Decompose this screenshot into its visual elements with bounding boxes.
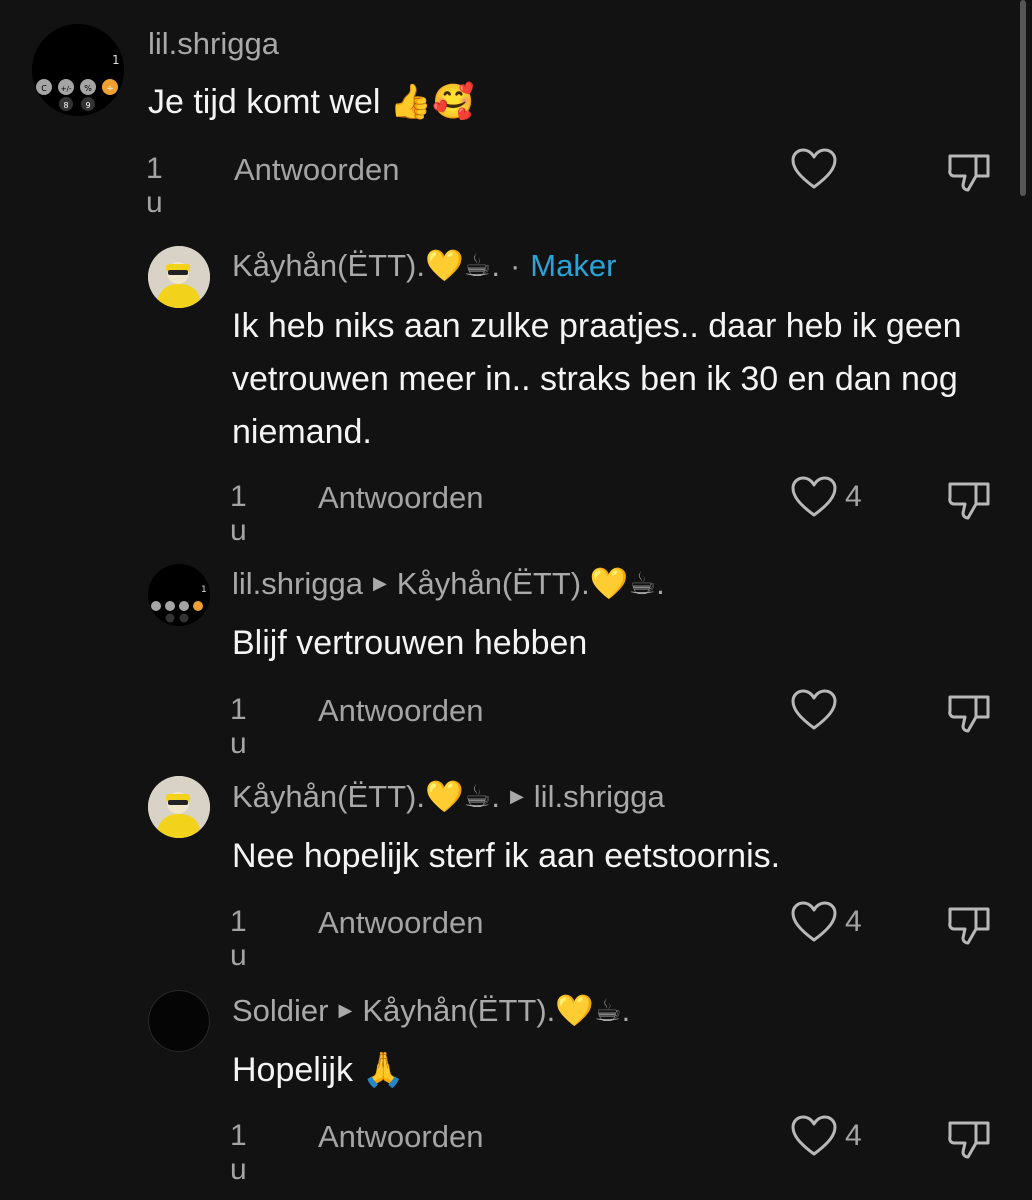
comment-author[interactable]: lil.shrigga ▶ Kåyhån(ËTT).💛☕.: [232, 565, 665, 602]
dislike-button[interactable]: [946, 148, 992, 194]
author-name[interactable]: Soldier: [232, 993, 329, 1029]
comment-text: Blijf vertrouwen hebben: [232, 624, 588, 662]
calculator-avatar-icon: 1: [148, 564, 210, 626]
comment-text: Je tijd komt wel 👍🥰: [148, 83, 475, 121]
person-yellow-hood-avatar-icon: [148, 246, 210, 308]
dislike-button[interactable]: [946, 476, 992, 522]
reply-button[interactable]: Antwoorden: [318, 1119, 483, 1155]
reply-to-name[interactable]: lil.shrigga: [534, 779, 665, 815]
comment-author[interactable]: Soldier ▶ Kåyhån(ËTT).💛☕.: [232, 992, 630, 1029]
heart-outline-icon: [791, 476, 837, 517]
heart-outline-icon: [791, 1115, 837, 1156]
heart-outline-icon: [791, 901, 837, 942]
comment-text: Ik heb niks aan zulke praatjes.. daar he…: [232, 307, 962, 451]
svg-text:+/-: +/-: [61, 85, 72, 93]
comment-time: 1 u: [230, 693, 247, 760]
avatar-badge: 1: [112, 53, 120, 67]
svg-text:C: C: [41, 84, 47, 93]
avatar-lil-shrigga[interactable]: 1 C +/- % ÷ 8 9: [32, 24, 124, 116]
svg-text:÷: ÷: [106, 84, 114, 94]
comment-time: 1 u: [230, 1119, 247, 1186]
comment-author[interactable]: lil.shrigga: [148, 26, 279, 62]
like-button[interactable]: 4: [791, 1115, 862, 1157]
reply-button[interactable]: Antwoorden: [234, 152, 399, 188]
reply-button[interactable]: Antwoorden: [318, 480, 483, 516]
author-name[interactable]: Kåyhån(ËTT).💛☕.: [232, 778, 500, 815]
triangle-right-icon: ▶: [372, 573, 387, 593]
svg-text:%: %: [84, 84, 92, 93]
reply-to-name[interactable]: Kåyhån(ËTT).💛☕.: [362, 992, 630, 1029]
like-button[interactable]: 4: [791, 901, 862, 943]
svg-text:8: 8: [63, 101, 68, 110]
reply-to-name[interactable]: Kåyhån(ËTT).💛☕.: [397, 565, 665, 602]
person-yellow-hood-avatar-icon: [148, 776, 210, 838]
like-count: 4: [845, 480, 862, 513]
svg-text:9: 9: [85, 101, 90, 110]
comment-text: Hopelijk 🙏: [232, 1051, 405, 1089]
heart-outline-icon: [791, 689, 837, 730]
comment-author[interactable]: Kåyhån(ËTT).💛☕. ▶ lil.shrigga: [232, 778, 665, 815]
comment-time: 1 u: [146, 152, 163, 219]
like-button[interactable]: [791, 689, 845, 731]
dislike-button[interactable]: [946, 901, 992, 947]
calculator-avatar-icon: 1 C +/- % ÷ 8 9: [32, 24, 124, 116]
author-name[interactable]: lil.shrigga: [232, 566, 363, 602]
creator-badge: Maker: [530, 247, 617, 283]
comment-author[interactable]: Kåyhån(ËTT).💛☕. · Maker: [232, 247, 616, 284]
comment-time: 1 u: [230, 905, 247, 972]
thumbs-down-outline-icon: [948, 154, 990, 192]
thumbs-down-outline-icon: [948, 907, 990, 945]
avatar-kayhan[interactable]: [148, 776, 210, 838]
dislike-button[interactable]: [946, 1115, 992, 1161]
separator-dot: ·: [509, 247, 521, 283]
heart-outline-icon: [791, 148, 837, 189]
like-button[interactable]: [791, 148, 845, 190]
thumbs-down-outline-icon: [948, 695, 990, 733]
thumbs-down-outline-icon: [948, 1121, 990, 1159]
triangle-right-icon: ▶: [509, 786, 524, 806]
author-name[interactable]: lil.shrigga: [148, 26, 279, 62]
dislike-button[interactable]: [946, 689, 992, 735]
like-count: 4: [845, 905, 862, 938]
avatar-lil-shrigga[interactable]: 1: [148, 564, 210, 626]
thumbs-down-outline-icon: [948, 482, 990, 520]
author-name[interactable]: Kåyhån(ËTT).💛☕.: [232, 247, 500, 284]
triangle-right-icon: ▶: [338, 1000, 353, 1020]
avatar-soldier[interactable]: [148, 990, 210, 1052]
reply-button[interactable]: Antwoorden: [318, 905, 483, 941]
avatar-kayhan[interactable]: [148, 246, 210, 308]
reply-button[interactable]: Antwoorden: [318, 693, 483, 729]
comment-time: 1 u: [230, 480, 247, 547]
like-count: 4: [845, 1119, 862, 1152]
like-button[interactable]: 4: [791, 476, 862, 518]
scrollbar[interactable]: [1020, 0, 1026, 196]
avatar-badge: 1: [201, 585, 207, 595]
comment-text: Nee hopelijk sterf ik aan eetstoornis.: [232, 837, 781, 875]
